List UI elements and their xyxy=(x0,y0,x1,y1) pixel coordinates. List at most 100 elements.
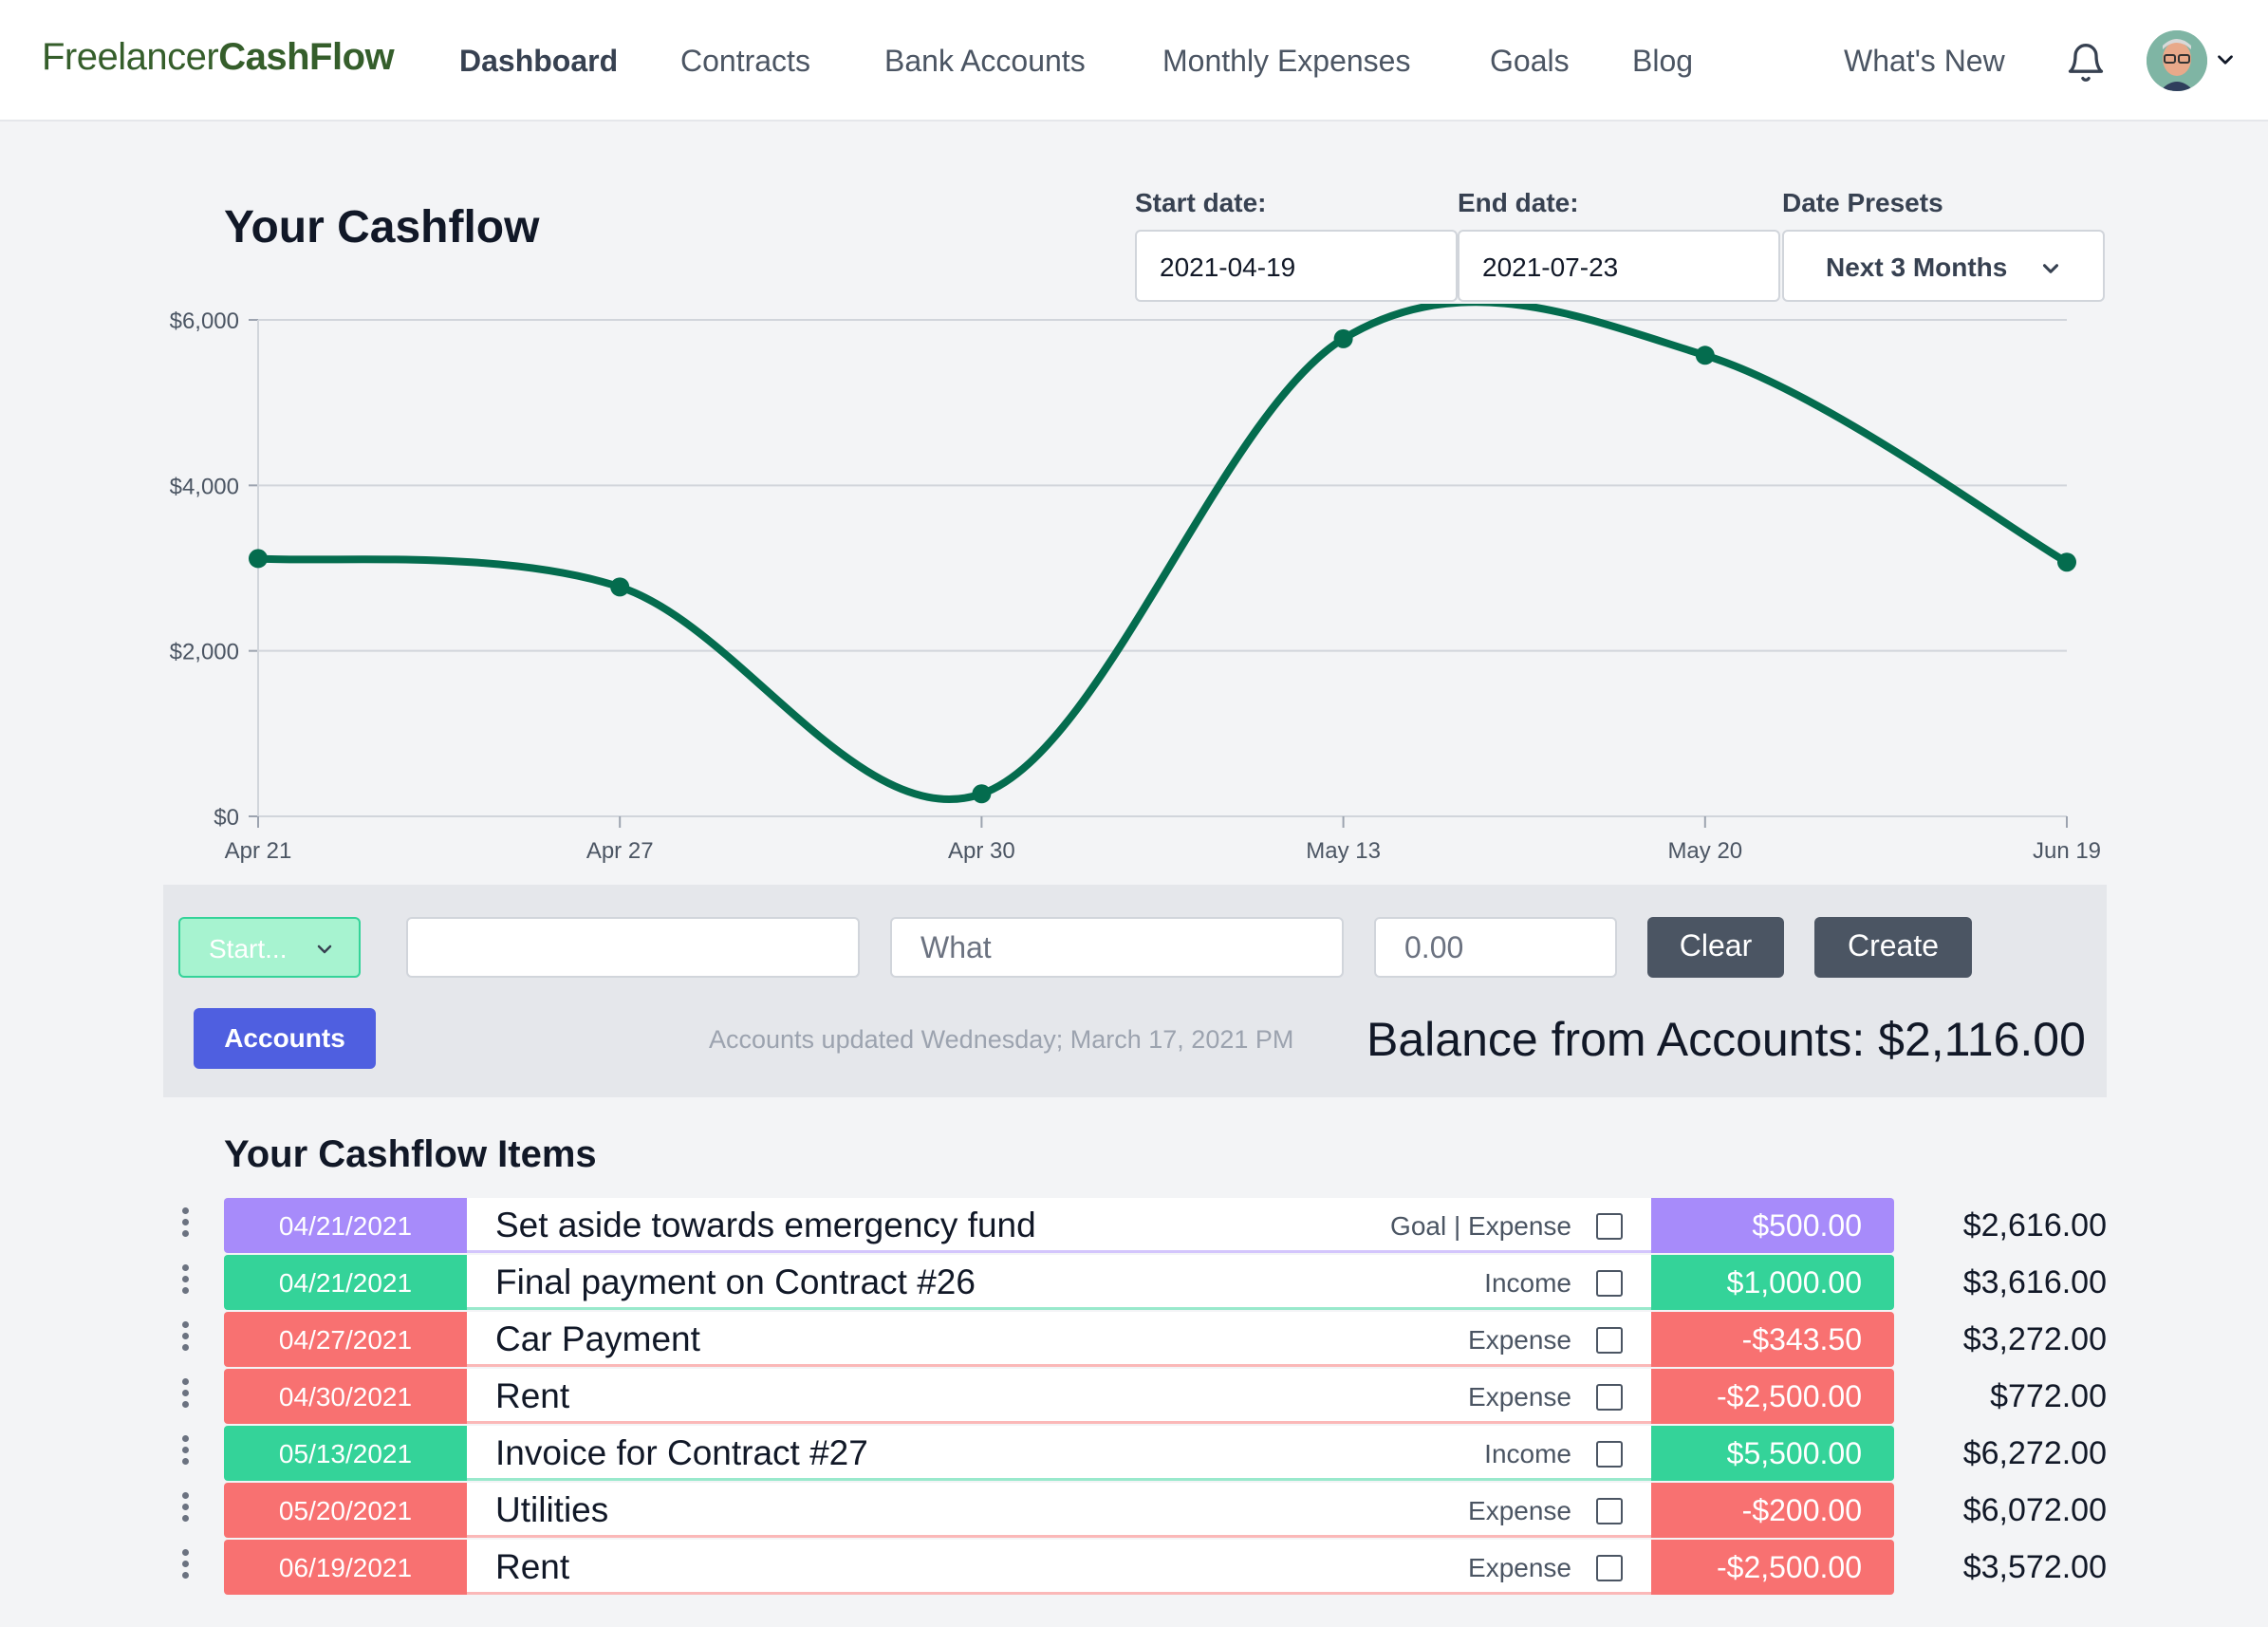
item-main[interactable]: Utilities Expense xyxy=(467,1483,1651,1538)
item-name-input[interactable] xyxy=(406,917,860,978)
item-type: Goal | Expense xyxy=(1390,1211,1571,1241)
x-tick-label: Apr 21 xyxy=(225,838,292,864)
item-checkbox[interactable] xyxy=(1596,1327,1623,1354)
cashflow-item-row[interactable]: 04/21/2021 Set aside towards emergency fu… xyxy=(163,1198,2107,1253)
item-description: Car Payment xyxy=(495,1319,700,1358)
data-point xyxy=(1333,328,1353,348)
item-date: 04/21/2021 xyxy=(224,1255,467,1310)
date-presets-select[interactable]: Next 3 Months xyxy=(1782,230,2105,302)
item-running-balance: $772.00 xyxy=(1990,1378,2107,1414)
start-select[interactable]: Start... xyxy=(178,917,361,978)
cashflow-chart: $0 $2,000 $4,000 $6,000 Apr 21 Apr 27 Apr 30 Ma… xyxy=(170,304,2101,864)
cashflow-item-row[interactable]: 04/27/2021 Car Payment Expense -$343.50 $3,2… xyxy=(163,1312,2107,1367)
item-date: 05/13/2021 xyxy=(224,1426,467,1481)
item-type: Expense xyxy=(1468,1496,1571,1525)
drag-handle-icon[interactable] xyxy=(182,1321,190,1357)
cashflow-item-row[interactable]: 04/30/2021 Rent Expense -$2,500.00 $772.00 xyxy=(163,1369,2107,1424)
accounts-button[interactable]: Accounts xyxy=(194,1008,376,1069)
data-point xyxy=(2057,552,2076,572)
item-date: 04/27/2021 xyxy=(224,1312,467,1367)
item-main[interactable]: Final payment on Contract #26 Income xyxy=(467,1255,1651,1310)
nav-bank-accounts[interactable]: Bank Accounts xyxy=(884,44,1086,79)
start-select-value: Start... xyxy=(209,934,288,963)
data-point xyxy=(972,784,992,804)
item-checkbox[interactable] xyxy=(1596,1213,1623,1240)
drag-handle-icon[interactable] xyxy=(182,1435,190,1471)
item-main[interactable]: Rent Expense xyxy=(467,1369,1651,1424)
what-input[interactable]: What xyxy=(890,917,1344,978)
x-tick-label: Jun 19 xyxy=(2033,838,2101,864)
cashflow-item-row[interactable]: 04/21/2021 Final payment on Contract #26 I… xyxy=(163,1255,2107,1310)
item-type: Income xyxy=(1484,1268,1571,1298)
x-tick-label: May 20 xyxy=(1667,838,1742,864)
series-line xyxy=(254,304,2071,803)
nav-goals[interactable]: Goals xyxy=(1490,44,1570,79)
bell-icon[interactable] xyxy=(2065,42,2107,84)
item-date: 05/20/2021 xyxy=(224,1483,467,1538)
item-main[interactable]: Invoice for Contract #27 Income xyxy=(467,1426,1651,1481)
brand-name-part2: CashFlow xyxy=(218,36,395,78)
clear-button[interactable]: Clear xyxy=(1647,917,1784,978)
item-main[interactable]: Rent Expense xyxy=(467,1540,1651,1595)
item-checkbox[interactable] xyxy=(1596,1498,1623,1524)
cashflow-item-row[interactable]: 05/20/2021 Utilities Expense -$200.00 $6,072… xyxy=(163,1483,2107,1538)
data-point xyxy=(249,549,268,569)
item-running-balance: $3,616.00 xyxy=(1962,1264,2107,1300)
item-amount: -$200.00 xyxy=(1651,1483,1894,1538)
item-amount: $1,000.00 xyxy=(1651,1255,1894,1310)
cashflow-item-row[interactable]: 06/19/2021 Rent Expense -$2,500.00 $3,572.00 xyxy=(163,1540,2107,1595)
nav-monthly-expenses[interactable]: Monthly Expenses xyxy=(1162,44,1410,79)
item-type: Expense xyxy=(1468,1382,1571,1412)
nav-contracts[interactable]: Contracts xyxy=(680,44,810,79)
amount-input[interactable]: 0.00 xyxy=(1374,917,1617,978)
brand-logo[interactable]: FreelancerCashFlow xyxy=(42,36,395,79)
data-point xyxy=(610,577,630,597)
start-date-label: Start date: xyxy=(1135,188,1267,217)
brand-name-part1: Freelancer xyxy=(42,36,219,78)
create-button[interactable]: Create xyxy=(1814,917,1972,978)
item-type: Expense xyxy=(1468,1553,1571,1582)
chevron-down-icon xyxy=(2218,55,2233,65)
drag-handle-icon[interactable] xyxy=(182,1549,190,1585)
item-running-balance: $6,072.00 xyxy=(1962,1492,2107,1528)
item-checkbox[interactable] xyxy=(1596,1384,1623,1411)
item-amount: $5,500.00 xyxy=(1651,1426,1894,1481)
drag-handle-icon[interactable] xyxy=(182,1378,190,1414)
item-date: 06/19/2021 xyxy=(224,1540,467,1595)
nav-blog[interactable]: Blog xyxy=(1632,44,1693,79)
item-amount: -$2,500.00 xyxy=(1651,1540,1894,1595)
drag-handle-icon[interactable] xyxy=(182,1492,190,1528)
item-amount: $500.00 xyxy=(1651,1198,1894,1253)
nav-dashboard[interactable]: Dashboard xyxy=(459,44,618,79)
user-menu[interactable] xyxy=(2147,30,2241,91)
balance-from-accounts: Balance from Accounts: $2,116.00 xyxy=(1366,1013,2086,1066)
y-tick-label: $2,000 xyxy=(170,640,239,665)
item-description: Rent xyxy=(495,1376,570,1415)
data-point xyxy=(1695,346,1715,365)
accounts-updated-text: Accounts updated Wednesday; March 17, 20… xyxy=(709,1025,1294,1054)
item-main[interactable]: Set aside towards emergency fund Goal | E… xyxy=(467,1198,1651,1253)
item-running-balance: $3,272.00 xyxy=(1962,1321,2107,1357)
end-date-input[interactable]: 2021-07-23 xyxy=(1458,230,1780,302)
item-main[interactable]: Car Payment Expense xyxy=(467,1312,1651,1367)
cashflow-item-row[interactable]: 05/13/2021 Invoice for Contract #27 Income… xyxy=(163,1426,2107,1481)
item-checkbox[interactable] xyxy=(1596,1555,1623,1581)
item-running-balance: $6,272.00 xyxy=(1962,1435,2107,1471)
cashflow-items-title: Your Cashflow Items xyxy=(224,1133,597,1175)
item-description: Final payment on Contract #26 xyxy=(495,1262,976,1301)
item-checkbox[interactable] xyxy=(1596,1270,1623,1297)
chevron-down-icon xyxy=(317,944,332,954)
start-date-input[interactable]: 2021-04-19 xyxy=(1135,230,1458,302)
nav-whats-new[interactable]: What's New xyxy=(1844,44,2005,79)
drag-handle-icon[interactable] xyxy=(182,1207,190,1244)
item-description: Invoice for Contract #27 xyxy=(495,1433,868,1472)
x-tick-label: May 13 xyxy=(1306,838,1381,864)
item-date: 04/21/2021 xyxy=(224,1198,467,1253)
y-tick-label: $4,000 xyxy=(170,474,239,499)
item-checkbox[interactable] xyxy=(1596,1441,1623,1468)
top-navigation: FreelancerCashFlow Dashboard Contracts B… xyxy=(0,0,2268,122)
date-presets-label: Date Presets xyxy=(1782,188,1943,217)
drag-handle-icon[interactable] xyxy=(182,1264,190,1300)
item-type: Income xyxy=(1484,1439,1571,1468)
item-description: Utilities xyxy=(495,1490,609,1529)
